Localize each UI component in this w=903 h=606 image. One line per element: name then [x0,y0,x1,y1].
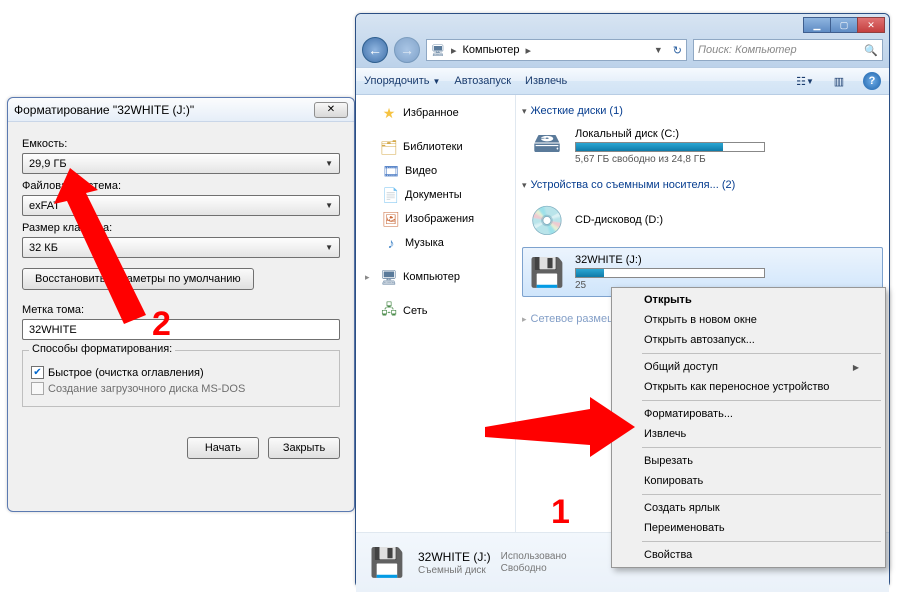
filesystem-select[interactable]: exFAT▼ [22,195,340,216]
search-input[interactable]: Поиск: Компьютер🔍 [693,39,883,61]
chevron-right-icon: ▸ [451,44,457,57]
network-icon: 🖧 [381,303,397,319]
restore-defaults-button[interactable]: Восстановить параметры по умолчанию [22,268,254,290]
start-button[interactable]: Начать [187,437,259,459]
chevron-down-icon: ▼ [325,201,333,210]
search-icon: 🔍 [864,44,878,57]
folder-icon: 🗂 [381,139,397,155]
hdd-icon: 🖴 [527,126,567,166]
removable-icon: 💾 [527,252,567,292]
cluster-select[interactable]: 32 КБ▼ [22,237,340,258]
ctx-open-new[interactable]: Открыть в новом окне [614,310,883,330]
sidebar-libraries[interactable]: 🗂Библиотеки [360,135,511,159]
msdos-checkbox[interactable]: Создание загрузочного диска MS-DOS [31,382,331,395]
computer-icon: 🖥 [431,44,445,57]
filesystem-label: Файловая система: [22,180,340,192]
ctx-rename[interactable]: Переименовать [614,518,883,538]
chevron-down-icon: ▼ [325,243,333,252]
cd-icon: 💿 [527,200,567,240]
checkbox-checked-icon: ✔ [31,366,44,379]
organize-menu[interactable]: Упорядочить▼ [364,75,440,87]
capacity-bar [575,268,765,278]
chevron-down-icon: ▾ [522,180,527,191]
chevron-right-icon: ▸ [525,44,531,57]
ctx-autoplay[interactable]: Открыть автозапуск... [614,330,883,350]
view-icon[interactable]: ☷ ▼ [795,72,815,90]
detail-name: 32WHITE (J:) [418,550,491,564]
close-icon[interactable]: ✕ [857,17,885,33]
breadcrumb[interactable]: Компьютер [463,44,520,56]
annotation-number: 2 [152,305,171,344]
ctx-cut[interactable]: Вырезать [614,451,883,471]
context-menu: Открыть Открыть в новом окне Открыть авт… [611,287,886,568]
maximize-icon[interactable]: ▢ [830,17,858,33]
autoplay-button[interactable]: Автозапуск [454,75,511,87]
drive-d[interactable]: 💿 CD-дисковод (D:) [522,195,883,245]
ctx-shortcut[interactable]: Создать ярлык [614,498,883,518]
address-bar[interactable]: 🖥 ▸ Компьютер ▸ ▼ ↻ [426,39,687,61]
cluster-label: Размер кластера: [22,222,340,234]
format-options-label: Способы форматирования: [29,343,175,355]
dialog-title: Форматирование "32WHITE (J:)" [14,103,314,117]
sidebar-network[interactable]: 🖧Сеть [360,299,511,323]
drive-c[interactable]: 🖴 Локальный диск (C:) 5,67 ГБ свободно и… [522,121,883,171]
close-button[interactable]: Закрыть [268,437,340,459]
capacity-bar [575,142,765,152]
close-icon[interactable]: ✕ [314,102,348,118]
category-hdd[interactable]: ▾Жесткие диски (1) [522,99,883,119]
document-icon: 📄 [383,187,399,203]
ctx-portable[interactable]: Открыть как переносное устройство [614,377,883,397]
dropdown-icon[interactable]: ▼ [654,45,663,55]
ctx-format[interactable]: Форматировать... [614,404,883,424]
volume-label: Метка тома: [22,304,340,316]
preview-pane-icon[interactable]: ▥ [829,72,849,90]
ctx-eject[interactable]: Извлечь [614,424,883,444]
chevron-right-icon: ▸ [522,314,527,325]
computer-icon: 🖥 [381,269,397,285]
forward-button[interactable]: → [394,37,420,63]
ctx-open[interactable]: Открыть [614,290,883,310]
ctx-share[interactable]: Общий доступ [614,357,883,377]
category-removable[interactable]: ▾Устройства со съемными носителя... (2) [522,173,883,193]
sidebar-favorites[interactable]: ★Избранное [360,101,511,125]
video-icon: 🎞 [383,163,399,179]
capacity-label: Емкость: [22,138,340,150]
eject-button[interactable]: Извлечь [525,75,567,87]
annotation-number: 1 [551,493,570,532]
chevron-down-icon: ▼ [432,77,440,86]
music-icon: ♪ [383,235,399,251]
capacity-select[interactable]: 29,9 ГБ▼ [22,153,340,174]
refresh-icon[interactable]: ↻ [673,44,682,57]
chevron-down-icon: ▾ [522,106,527,117]
volume-input[interactable]: 32WHITE [22,319,340,340]
removable-icon: 💾 [366,542,408,584]
sidebar-music[interactable]: ♪Музыка [360,231,511,255]
image-icon: 🖼 [383,211,399,227]
sidebar-video[interactable]: 🎞Видео [360,159,511,183]
checkbox-icon [31,382,44,395]
star-icon: ★ [381,105,397,121]
ctx-copy[interactable]: Копировать [614,471,883,491]
sidebar-computer[interactable]: ▸🖥Компьютер [360,265,511,289]
back-button[interactable]: ← [362,37,388,63]
sidebar-images[interactable]: 🖼Изображения [360,207,511,231]
sidebar-documents[interactable]: 📄Документы [360,183,511,207]
ctx-properties[interactable]: Свойства [614,545,883,565]
minimize-icon[interactable]: ▁ [803,17,831,33]
quick-format-checkbox[interactable]: ✔Быстрое (очистка оглавления) [31,366,331,379]
help-icon[interactable]: ? [863,72,881,90]
chevron-down-icon: ▼ [325,159,333,168]
